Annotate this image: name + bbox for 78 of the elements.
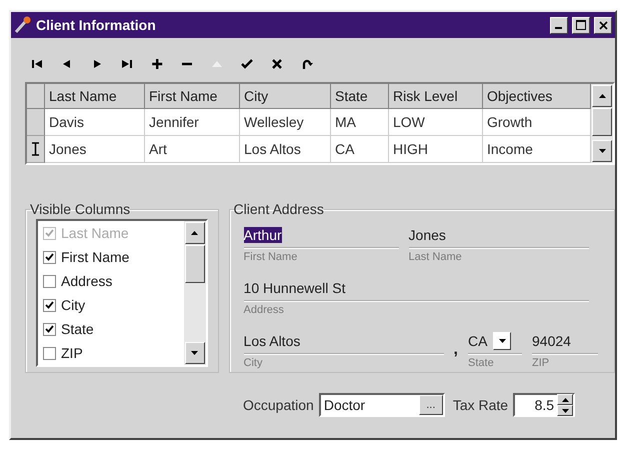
row-indicator[interactable] — [27, 136, 45, 163]
checkbox[interactable] — [43, 322, 56, 336]
field-value[interactable]: Los Altos — [244, 333, 300, 349]
maximize-button[interactable] — [572, 16, 590, 34]
checkbox-label[interactable]: City — [61, 297, 86, 313]
checkmark-icon — [240, 57, 254, 71]
field-caption: ZIP — [532, 356, 550, 371]
field-value[interactable]: 10 Hunnewell St — [244, 280, 346, 296]
close-icon — [270, 57, 284, 71]
table-cell: Jones — [45, 136, 145, 163]
down-arrow-icon — [498, 339, 506, 343]
up-arrow-icon — [191, 231, 198, 235]
table-cell: MA — [331, 109, 389, 136]
dropdown-button[interactable] — [493, 332, 512, 350]
field-caption: State — [468, 356, 495, 371]
up-arrow-icon — [562, 398, 569, 402]
column-header[interactable]: Objectives — [483, 84, 591, 109]
close-button[interactable] — [594, 16, 612, 34]
tax-rate-field[interactable]: 8.5 — [513, 393, 576, 417]
down-arrow-icon — [562, 408, 569, 412]
table-cell: Los Altos — [240, 136, 331, 163]
scroll-down-button[interactable] — [592, 140, 612, 162]
table-cell: Art — [145, 136, 240, 163]
field-caption: City — [244, 356, 264, 371]
refresh-icon — [300, 57, 314, 71]
field-caption: First Name — [244, 250, 298, 265]
field-value[interactable]: 94024 — [532, 333, 571, 349]
scroll-thumb[interactable] — [592, 108, 612, 136]
checkbox-label[interactable]: Address — [61, 273, 112, 289]
minimize-button[interactable] — [550, 16, 568, 34]
plus-icon — [150, 57, 164, 71]
scrollbar[interactable] — [591, 84, 613, 163]
tax-rate-label: Tax Rate — [452, 397, 508, 413]
scroll-up-button[interactable] — [592, 85, 612, 107]
text-cursor-icon — [32, 142, 39, 156]
checkbox[interactable] — [43, 274, 56, 288]
column-header[interactable]: State — [331, 84, 389, 109]
checkbox[interactable] — [43, 250, 56, 264]
occupation-label: Occupation — [243, 397, 314, 413]
field-value[interactable]: Jones — [408, 227, 446, 243]
scroll-up-button[interactable] — [184, 222, 205, 244]
window-title: Client Information — [36, 17, 157, 33]
comma: , — [454, 340, 458, 359]
table-cell: Davis — [45, 109, 145, 136]
wand-icon — [14, 16, 32, 34]
table-cell: Jennifer — [145, 109, 240, 136]
column-header[interactable]: Risk Level — [389, 84, 483, 109]
first-record-icon — [30, 57, 44, 71]
field-value[interactable]: CA — [468, 333, 488, 349]
close-icon — [598, 20, 608, 30]
column-header[interactable]: First Name — [145, 84, 240, 109]
checkbox-label[interactable]: First Name — [61, 249, 130, 265]
checkbox[interactable] — [43, 346, 56, 360]
scroll-down-button[interactable] — [184, 342, 205, 364]
column-header[interactable]: City — [240, 84, 331, 109]
checkbox-label[interactable]: State — [61, 321, 94, 337]
occupation-field[interactable]: Doctor ... — [318, 393, 445, 417]
column-header[interactable]: Last Name — [45, 84, 145, 109]
field-caption: Last Name — [408, 250, 463, 265]
table-cell: CA — [331, 136, 389, 163]
checkbox-label[interactable]: ZIP — [61, 345, 83, 361]
browse-button[interactable]: ... — [418, 395, 443, 415]
spin-down-button[interactable] — [557, 405, 574, 416]
group-title: Client Address — [234, 201, 324, 217]
down-arrow-icon — [191, 351, 198, 355]
maximize-icon — [576, 20, 586, 30]
scroll-thumb[interactable] — [184, 245, 205, 283]
group-title: Visible Columns — [30, 201, 130, 217]
table-cell: LOW — [389, 109, 483, 136]
table-cell: Wellesley — [240, 109, 331, 136]
table-cell: HIGH — [389, 136, 483, 163]
checkbox[interactable] — [43, 298, 56, 312]
spin-up-button[interactable] — [557, 394, 574, 405]
last-record-icon — [120, 57, 134, 71]
scrollbar[interactable] — [184, 221, 206, 365]
up-arrow-icon — [598, 94, 606, 98]
field-caption: Address — [244, 303, 285, 318]
down-arrow-icon — [598, 149, 606, 153]
